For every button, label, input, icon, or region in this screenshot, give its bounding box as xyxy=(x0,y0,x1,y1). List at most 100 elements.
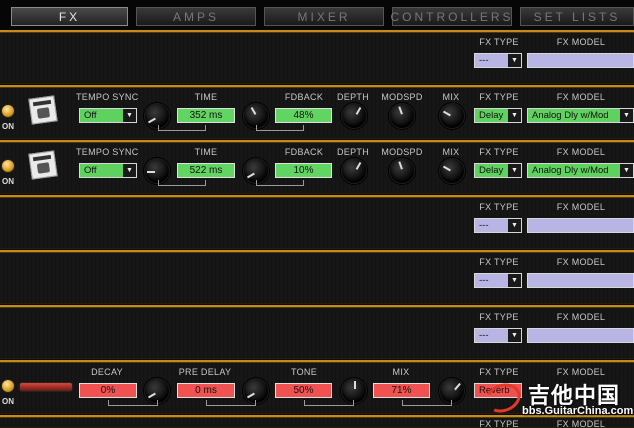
tone-value[interactable]: 50% xyxy=(275,383,332,398)
time-value[interactable]: 522 ms xyxy=(177,163,235,178)
modspd-knob[interactable] xyxy=(389,158,415,184)
depth-label: DEPTH xyxy=(337,147,370,157)
fdback-link-bracket xyxy=(256,180,304,186)
fx-model-label: FX MODEL xyxy=(556,202,606,212)
fx-model-label: FX MODEL xyxy=(556,147,606,157)
fx-type-label: FX TYPE xyxy=(479,147,519,157)
fx-type-select[interactable]: --- ▼ xyxy=(474,53,522,68)
fx-type-select[interactable]: --- ▼ xyxy=(474,328,522,343)
tab-fx[interactable]: FX xyxy=(11,7,128,26)
tab-controllers[interactable]: CONTROLLERS xyxy=(390,7,512,26)
mix-knob[interactable] xyxy=(439,103,465,129)
fx-slot-6: FX TYPE FX MODEL --- ▼ xyxy=(0,305,634,359)
fx-model-select[interactable] xyxy=(527,328,634,343)
power-led-icon[interactable] xyxy=(1,379,15,393)
decay-value[interactable]: 0% xyxy=(79,383,137,398)
tab-bar: FX AMPS MIXER CONTROLLERS SET LISTS xyxy=(0,0,634,32)
tab-set-lists[interactable]: SET LISTS xyxy=(520,7,634,26)
pre-delay-link-bracket xyxy=(206,400,256,406)
fx-type-label: FX TYPE xyxy=(479,202,519,212)
fx-model-select[interactable] xyxy=(527,273,634,288)
pre-delay-label: PRE DELAY xyxy=(178,367,232,377)
tone-label: TONE xyxy=(290,367,318,377)
chevron-down-icon: ▼ xyxy=(620,109,633,122)
mix-label: MIX xyxy=(442,92,460,102)
chevron-down-icon: ▼ xyxy=(508,329,521,342)
mix-value[interactable]: 71% xyxy=(373,383,430,398)
fx-type-label: FX TYPE xyxy=(479,312,519,322)
decay-link-bracket xyxy=(108,400,158,406)
fx-type-label: FX TYPE xyxy=(479,367,519,377)
fx-type-label: FX TYPE xyxy=(479,257,519,267)
fx-type-select[interactable]: Delay ▼ xyxy=(474,108,522,123)
on-label: ON xyxy=(2,177,14,186)
pre-delay-value[interactable]: 0 ms xyxy=(177,383,235,398)
chevron-down-icon: ▼ xyxy=(508,54,521,67)
chevron-down-icon: ▼ xyxy=(508,109,521,122)
fx-type-select[interactable]: --- ▼ xyxy=(474,273,522,288)
tab-amps[interactable]: AMPS xyxy=(136,7,256,26)
fx-model-label: FX MODEL xyxy=(556,37,606,47)
fx-slot-5: FX TYPE FX MODEL --- ▼ xyxy=(0,250,634,304)
modspd-label: MODSPD xyxy=(381,147,423,157)
fx-model-select[interactable] xyxy=(527,53,634,68)
fx-model-label: FX MODEL xyxy=(556,257,606,267)
fx-slot-3: ON TEMPO SYNC Off ▼ TIME 522 ms FDBACK 10… xyxy=(0,140,634,194)
chevron-down-icon: ▼ xyxy=(508,219,521,232)
delay-pedal-icon xyxy=(28,150,58,180)
tab-mixer[interactable]: MIXER xyxy=(264,7,384,26)
fx-model-label: FX MODEL xyxy=(556,92,606,102)
mix-label: MIX xyxy=(392,367,410,377)
fx-model-label: FX MODEL xyxy=(556,367,606,377)
chevron-down-icon: ▼ xyxy=(508,164,521,177)
chevron-down-icon: ▼ xyxy=(620,164,633,177)
fx-slot-2: ON TEMPO SYNC Off ▼ TIME 352 ms FDBACK 48… xyxy=(0,85,634,139)
time-link-bracket xyxy=(158,125,206,131)
on-label: ON xyxy=(2,397,14,406)
watermark-url: bbs.GuitarChina.com xyxy=(522,405,634,417)
fx-model-label: FX MODEL xyxy=(556,312,606,322)
fx-model-select[interactable]: Analog Dly w/Mod ▼ xyxy=(527,108,634,123)
decay-label: DECAY xyxy=(91,367,123,377)
fx-type-select[interactable]: --- ▼ xyxy=(474,218,522,233)
mix-knob[interactable] xyxy=(439,158,465,184)
mix-label: MIX xyxy=(442,147,460,157)
fx-type-select[interactable]: Delay ▼ xyxy=(474,163,522,178)
fx-model-select[interactable] xyxy=(527,218,634,233)
fx-type-label: FX TYPE xyxy=(479,419,519,428)
tempo-sync-label: TEMPO SYNC xyxy=(76,92,139,102)
mix-link-bracket xyxy=(402,400,452,406)
depth-knob[interactable] xyxy=(341,158,367,184)
chevron-down-icon: ▼ xyxy=(123,164,136,177)
delay-pedal-icon xyxy=(28,95,58,125)
time-label: TIME xyxy=(194,92,218,102)
tone-link-bracket xyxy=(304,400,354,406)
fdback-value[interactable]: 48% xyxy=(275,108,332,123)
fx-slot-1: FX TYPE FX MODEL --- ▼ xyxy=(0,30,634,84)
on-label: ON xyxy=(2,122,14,131)
chevron-down-icon: ▼ xyxy=(508,274,521,287)
power-led-icon[interactable] xyxy=(1,104,15,118)
fdback-value[interactable]: 10% xyxy=(275,163,332,178)
fdback-label: FDBACK xyxy=(284,92,324,102)
fdback-label: FDBACK xyxy=(284,147,324,157)
fx-model-select[interactable]: Analog Dly w/Mod ▼ xyxy=(527,163,634,178)
fdback-link-bracket xyxy=(256,125,304,131)
time-value[interactable]: 352 ms xyxy=(177,108,235,123)
time-link-bracket xyxy=(158,180,206,186)
tempo-sync-select[interactable]: Off ▼ xyxy=(79,108,137,123)
modspd-label: MODSPD xyxy=(381,92,423,102)
fx-type-label: FX TYPE xyxy=(479,37,519,47)
reverb-unit-icon xyxy=(19,382,73,392)
tempo-sync-label: TEMPO SYNC xyxy=(76,147,139,157)
tempo-sync-select[interactable]: Off ▼ xyxy=(79,163,137,178)
chevron-down-icon: ▼ xyxy=(123,109,136,122)
fx-type-label: FX TYPE xyxy=(479,92,519,102)
modspd-knob[interactable] xyxy=(389,103,415,129)
time-label: TIME xyxy=(194,147,218,157)
fx-model-label: FX MODEL xyxy=(556,419,606,428)
depth-label: DEPTH xyxy=(337,92,370,102)
depth-knob[interactable] xyxy=(341,103,367,129)
fx-slot-4: FX TYPE FX MODEL --- ▼ xyxy=(0,195,634,249)
power-led-icon[interactable] xyxy=(1,159,15,173)
